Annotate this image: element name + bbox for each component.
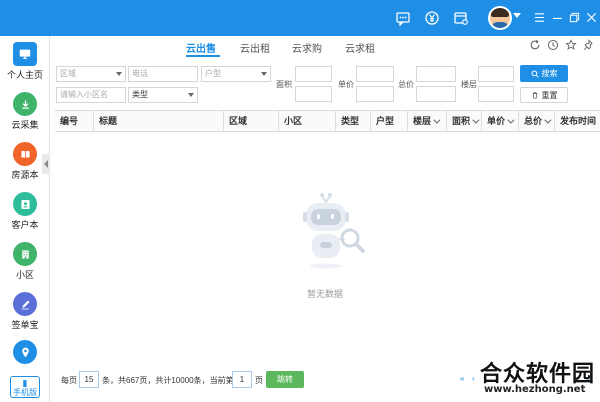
total-price-max-input[interactable]: [416, 86, 456, 102]
column-area[interactable]: 面积: [446, 111, 481, 131]
sidebar-item-label: 客户本: [11, 220, 39, 230]
area-max-input[interactable]: [295, 86, 332, 102]
tab-cloud-rent[interactable]: 云出租: [240, 40, 270, 55]
book-icon: [13, 142, 37, 166]
column-floor-label: 楼层: [413, 116, 432, 126]
settings-card-icon[interactable]: [452, 9, 470, 27]
tab-cloud-lease[interactable]: 云求租: [345, 40, 375, 55]
close-icon[interactable]: [584, 9, 598, 25]
title-bar: [0, 0, 600, 36]
floor-label: 楼层: [461, 80, 477, 89]
sidebar-item-label: 签单宝: [11, 320, 39, 330]
reset-button-label: 重置: [541, 90, 558, 100]
search-button-label: 搜索: [541, 69, 558, 78]
tab-cloud-buy[interactable]: 云求购: [292, 40, 322, 55]
column-publish-time[interactable]: 发布时间: [554, 111, 600, 131]
sidebar-item-cloud-collect[interactable]: 云采集: [0, 88, 50, 138]
column-floor[interactable]: 楼层: [407, 111, 446, 131]
active-tab-indicator: [186, 55, 220, 57]
search-button[interactable]: 搜索: [520, 65, 568, 82]
sidebar-item-label: 个人主页: [6, 70, 43, 80]
unit-price-max-input[interactable]: [356, 86, 394, 102]
reset-button[interactable]: 重置: [520, 87, 568, 103]
trash-icon: [532, 92, 537, 99]
message-icon[interactable]: [394, 9, 412, 27]
sidebar-item-label: 小区: [15, 270, 34, 280]
sort-chevron-icon: [433, 116, 441, 124]
column-id[interactable]: 编号: [55, 111, 93, 131]
sort-chevron-icon: [507, 116, 515, 124]
unit-price-label: 单价: [338, 80, 354, 89]
empty-state-text: 暂无数据: [306, 289, 343, 299]
column-unit-price-label: 单价: [487, 116, 506, 126]
sidebar-item-location[interactable]: [0, 336, 50, 372]
monitor-icon: [13, 42, 37, 66]
column-area-label: 面积: [452, 116, 471, 126]
current-page-input[interactable]: 1: [232, 371, 252, 388]
watermark: 合众软件园 www.hezhong.net: [462, 354, 600, 402]
building-icon: [13, 242, 37, 266]
sidebar-item-label: 云采集: [11, 120, 39, 130]
unit-price-min-input[interactable]: [356, 66, 394, 82]
column-total-price-label: 总价: [524, 116, 543, 126]
sidebar-item-community[interactable]: 小区: [0, 238, 50, 288]
minimize-icon[interactable]: [550, 9, 564, 25]
sidebar-item-home[interactable]: 个人主页: [0, 38, 50, 88]
location-icon: [13, 340, 37, 364]
star-icon[interactable]: [564, 38, 578, 52]
type-select[interactable]: 类型: [128, 87, 198, 103]
refresh-icon[interactable]: [528, 38, 542, 52]
column-region[interactable]: 区域: [223, 111, 278, 131]
yen-coin-icon[interactable]: [423, 9, 441, 27]
collapse-sidebar-icon[interactable]: [42, 154, 50, 174]
sort-chevron-icon: [544, 116, 552, 124]
column-community[interactable]: 小区: [278, 111, 335, 131]
community-name-input[interactable]: 请输入小区名: [56, 87, 126, 103]
floor-max-input[interactable]: [478, 86, 514, 102]
column-title[interactable]: 标题: [93, 111, 223, 131]
sidebar: 个人主页 云采集 房源本 客户本 小区 签单宝 ▮ 手机版: [0, 36, 50, 402]
pin-icon[interactable]: [582, 38, 596, 52]
mobile-version-button[interactable]: ▮ 手机版: [10, 376, 40, 398]
restore-icon[interactable]: [567, 9, 581, 25]
sidebar-item-clients[interactable]: 客户本: [0, 188, 50, 238]
region-select[interactable]: 区域: [56, 66, 126, 82]
chevron-down-icon[interactable]: [513, 13, 521, 18]
layout-select[interactable]: 户型: [201, 66, 271, 82]
mobile-version-label: 手机版: [13, 388, 37, 397]
total-price-min-input[interactable]: [416, 66, 456, 82]
table-header: 编号 标题 区域 小区 类型 户型 楼层 面积 单价 总价 发布时间: [55, 110, 600, 132]
phone-icon: ▮: [22, 378, 28, 388]
jump-button[interactable]: 跳转: [266, 371, 304, 388]
sidebar-item-sign-deal[interactable]: 签单宝: [0, 288, 50, 338]
search-icon: [530, 69, 539, 78]
total-price-label: 总价: [398, 80, 414, 89]
page-suffix: 页: [255, 376, 263, 385]
empty-robot-illustration: [298, 190, 368, 270]
menu-icon[interactable]: [532, 9, 546, 25]
area-label: 面积: [276, 80, 292, 89]
sort-chevron-icon: [472, 116, 480, 124]
watermark-url: www.hezhong.net: [484, 384, 586, 395]
floor-min-input[interactable]: [478, 66, 514, 82]
per-page-input[interactable]: 15: [79, 371, 99, 388]
column-unit-price[interactable]: 单价: [481, 111, 518, 131]
user-avatar[interactable]: [488, 6, 512, 30]
tab-cloud-sale[interactable]: 云出售: [186, 40, 216, 55]
download-icon: [13, 92, 37, 116]
pen-icon: [13, 292, 37, 316]
pagination-summary: 条，共667页，共计10000条，当前第: [102, 376, 234, 385]
column-type[interactable]: 类型: [335, 111, 370, 131]
area-min-input[interactable]: [295, 66, 332, 82]
contact-icon: [13, 192, 37, 216]
column-total-price[interactable]: 总价: [518, 111, 554, 131]
phone-input[interactable]: 电话: [128, 66, 198, 82]
per-page-prefix: 每页: [61, 376, 77, 385]
history-clock-icon[interactable]: [546, 38, 560, 52]
column-layout[interactable]: 户型: [370, 111, 407, 131]
